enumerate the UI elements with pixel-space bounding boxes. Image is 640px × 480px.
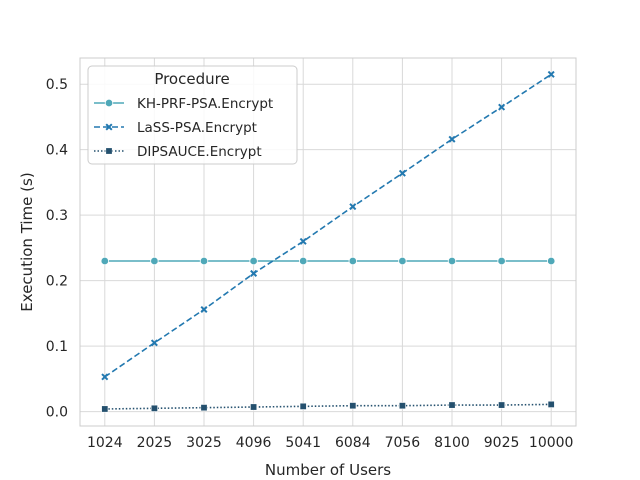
y-tick-label: 0.1 [46,339,68,355]
data-point [547,256,556,266]
data-point [249,256,258,266]
x-tick-label: 10000 [529,435,574,451]
legend-label: LaSS-PSA.Encrypt [137,120,257,136]
series-1 [100,256,556,266]
line-chart: 1024 2025 3025 4096 5041 6084 7056 8100 9025 1000… [18,57,577,479]
x-tick-label: 4096 [236,435,272,451]
y-tick-label: 0.2 [46,274,68,290]
data-point [101,405,109,413]
x-tick-label: 2025 [137,435,173,451]
y-tick-label: 0.5 [46,77,68,93]
series-3 [101,400,555,413]
x-tick-label: 1024 [87,435,123,451]
data-point [348,256,357,266]
data-point [100,256,109,266]
legend: Procedure KH-PRF-PSA.Encrypt LaSS-PSA.Enc… [87,65,298,165]
data-point [200,404,208,412]
data-point [299,402,307,410]
data-point [349,402,357,410]
data-point [547,400,555,408]
legend-label: DIPSAUCE.Encrypt [137,144,262,160]
y-tick-label: 0.4 [46,143,68,159]
data-point [498,401,506,409]
x-tick-label: 9025 [484,435,520,451]
x-tick-label: 6084 [335,435,371,451]
data-point [150,256,159,266]
x-tick-labels: 1024 2025 3025 4096 5041 6084 7056 8100 9025 1000… [87,435,573,451]
y-axis-label: Execution Time (s) [18,172,36,311]
x-tick-label: 7056 [385,435,421,451]
y-tick-labels: 0.0 0.1 0.2 0.3 0.4 0.5 [46,77,68,420]
x-tick-label: 3025 [186,435,222,451]
data-point [447,256,457,266]
data-point [497,256,506,266]
legend-title: Procedure [154,70,229,88]
legend-label: KH-PRF-PSA.Encrypt [137,96,273,112]
data-point [398,256,407,266]
data-point [448,401,456,409]
x-axis-label: Number of Users [265,461,391,479]
data-point [150,404,158,412]
legend-marker [105,147,113,155]
y-tick-label: 0.0 [46,405,68,421]
x-tick-label: 8100 [434,435,470,451]
legend-marker [104,98,114,108]
data-point [299,256,308,266]
data-point [199,256,209,266]
data-point [250,403,258,411]
data-point [398,402,406,410]
y-tick-label: 0.3 [46,208,68,224]
x-tick-label: 5041 [285,435,321,451]
series-line [104,403,552,410]
